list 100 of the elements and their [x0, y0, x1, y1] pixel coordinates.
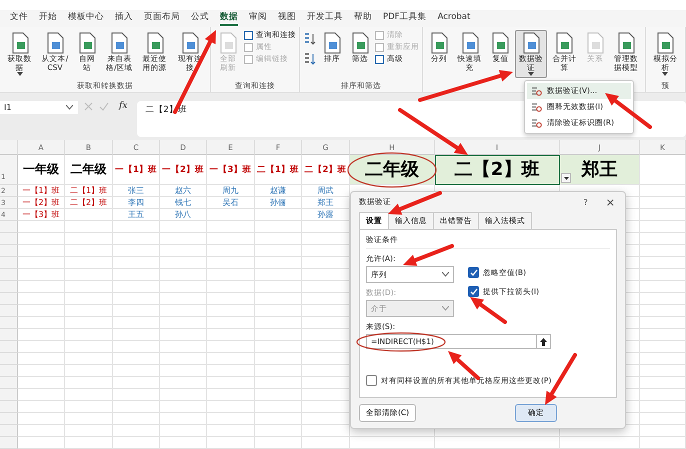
row-header[interactable]: [0, 437, 18, 449]
empty-cell: [160, 329, 207, 341]
empty-cell: [207, 293, 255, 305]
empty-cell: [207, 221, 255, 233]
empty-cell: [255, 389, 302, 401]
document-icon: [322, 32, 342, 54]
document-icon: [77, 32, 98, 54]
menu-tab[interactable]: 页面布局: [144, 11, 180, 26]
row-header[interactable]: [0, 389, 18, 401]
row-header[interactable]: [0, 413, 18, 425]
menu-tab[interactable]: 视图: [278, 11, 296, 26]
annotation-arrow: [403, 244, 454, 266]
empty-cell: [255, 341, 302, 353]
document-icon: [44, 32, 65, 54]
empty-cell: [160, 305, 207, 317]
menu-tab[interactable]: PDF工具集: [383, 11, 427, 26]
row-header[interactable]: [0, 233, 18, 245]
list-check-icon: [531, 86, 542, 96]
menu-tab[interactable]: Acrobat: [438, 12, 470, 25]
up-arrow-icon: [540, 338, 547, 346]
checkbox[interactable]: [468, 267, 479, 278]
table-cell: 李四: [113, 197, 160, 209]
table-cell: 一【2】班: [18, 197, 65, 209]
empty-cell: [640, 353, 686, 365]
empty-cell: [207, 257, 255, 269]
menu-tab[interactable]: 审阅: [249, 11, 267, 26]
empty-cell: [160, 377, 207, 389]
menu-tab[interactable]: 开发工具: [307, 11, 343, 26]
empty-cell: [640, 341, 686, 353]
document-icon: [10, 32, 30, 54]
menu-tab[interactable]: 模板中心: [68, 11, 104, 26]
menu-tab[interactable]: 帮助: [354, 11, 372, 26]
close-button[interactable]: ×: [604, 196, 617, 208]
empty-cell: [113, 245, 160, 257]
empty-cell: [207, 353, 255, 365]
menu-tab[interactable]: 插入: [115, 11, 133, 26]
empty-cell: [640, 377, 686, 389]
name-box[interactable]: I1: [0, 101, 78, 114]
row-header[interactable]: [0, 377, 18, 389]
empty-cell: [160, 425, 207, 437]
row-header[interactable]: [0, 425, 18, 437]
table-cell: 张三: [113, 185, 160, 197]
row-header[interactable]: [0, 245, 18, 257]
empty-cell: [113, 305, 160, 317]
empty-cell: [160, 245, 207, 257]
row-header[interactable]: [0, 317, 18, 329]
empty-cell: [207, 209, 255, 221]
empty-cell: [640, 401, 686, 413]
empty-cell: [160, 341, 207, 353]
row-header[interactable]: [0, 293, 18, 305]
document-icon: [655, 32, 676, 54]
empty-cell: [207, 389, 255, 401]
dropdown-button[interactable]: [561, 173, 571, 183]
cancel-icon[interactable]: [84, 102, 93, 111]
empty-cell: [255, 413, 302, 425]
empty-cell: [640, 197, 686, 209]
empty-cell: [207, 245, 255, 257]
row-header[interactable]: [0, 221, 18, 233]
empty-cell: [65, 317, 113, 329]
menu-tab[interactable]: 开始: [39, 11, 57, 26]
select-all-corner[interactable]: [0, 140, 18, 155]
row-header[interactable]: [0, 365, 18, 377]
empty-cell: [640, 293, 686, 305]
help-button[interactable]: ?: [582, 198, 590, 206]
row-header[interactable]: [0, 401, 18, 413]
table-cell: 孙俪: [255, 197, 302, 209]
list-check-icon: [531, 118, 542, 128]
empty-cell: [207, 269, 255, 281]
collapse-button[interactable]: [537, 334, 551, 349]
menu-tab[interactable]: 公式: [191, 11, 209, 26]
empty-cell: [640, 245, 686, 257]
row-header[interactable]: [0, 269, 18, 281]
empty-cell: [113, 353, 160, 365]
empty-cell: [113, 293, 160, 305]
empty-cell: [160, 401, 207, 413]
table-cell: 一【3】班: [18, 209, 65, 221]
insert-function-button[interactable]: fx: [115, 101, 132, 111]
empty-cell: [65, 389, 113, 401]
table-cell: 二【1】班: [65, 185, 113, 197]
empty-cell: [207, 365, 255, 377]
empty-cell: [255, 305, 302, 317]
row-header[interactable]: [0, 341, 18, 353]
menu-tab[interactable]: 文件: [10, 11, 28, 26]
row-header[interactable]: [0, 257, 18, 269]
sort-descending-icon[interactable]: [303, 52, 318, 66]
empty-cell: [65, 365, 113, 377]
row-header[interactable]: [0, 281, 18, 293]
empty-cell: [113, 281, 160, 293]
empty-cell: [255, 425, 302, 437]
checkbox[interactable]: [468, 286, 479, 297]
empty-cell: [65, 245, 113, 257]
sort-ascending-icon[interactable]: [303, 32, 318, 46]
cell-text: 一【1】班: [115, 164, 157, 176]
checkbox[interactable]: [366, 375, 377, 386]
empty-cell: [65, 341, 113, 353]
row-header[interactable]: [0, 305, 18, 317]
empty-cell: [113, 269, 160, 281]
confirm-icon[interactable]: [99, 102, 109, 111]
row-header[interactable]: [0, 329, 18, 341]
row-header[interactable]: [0, 353, 18, 365]
